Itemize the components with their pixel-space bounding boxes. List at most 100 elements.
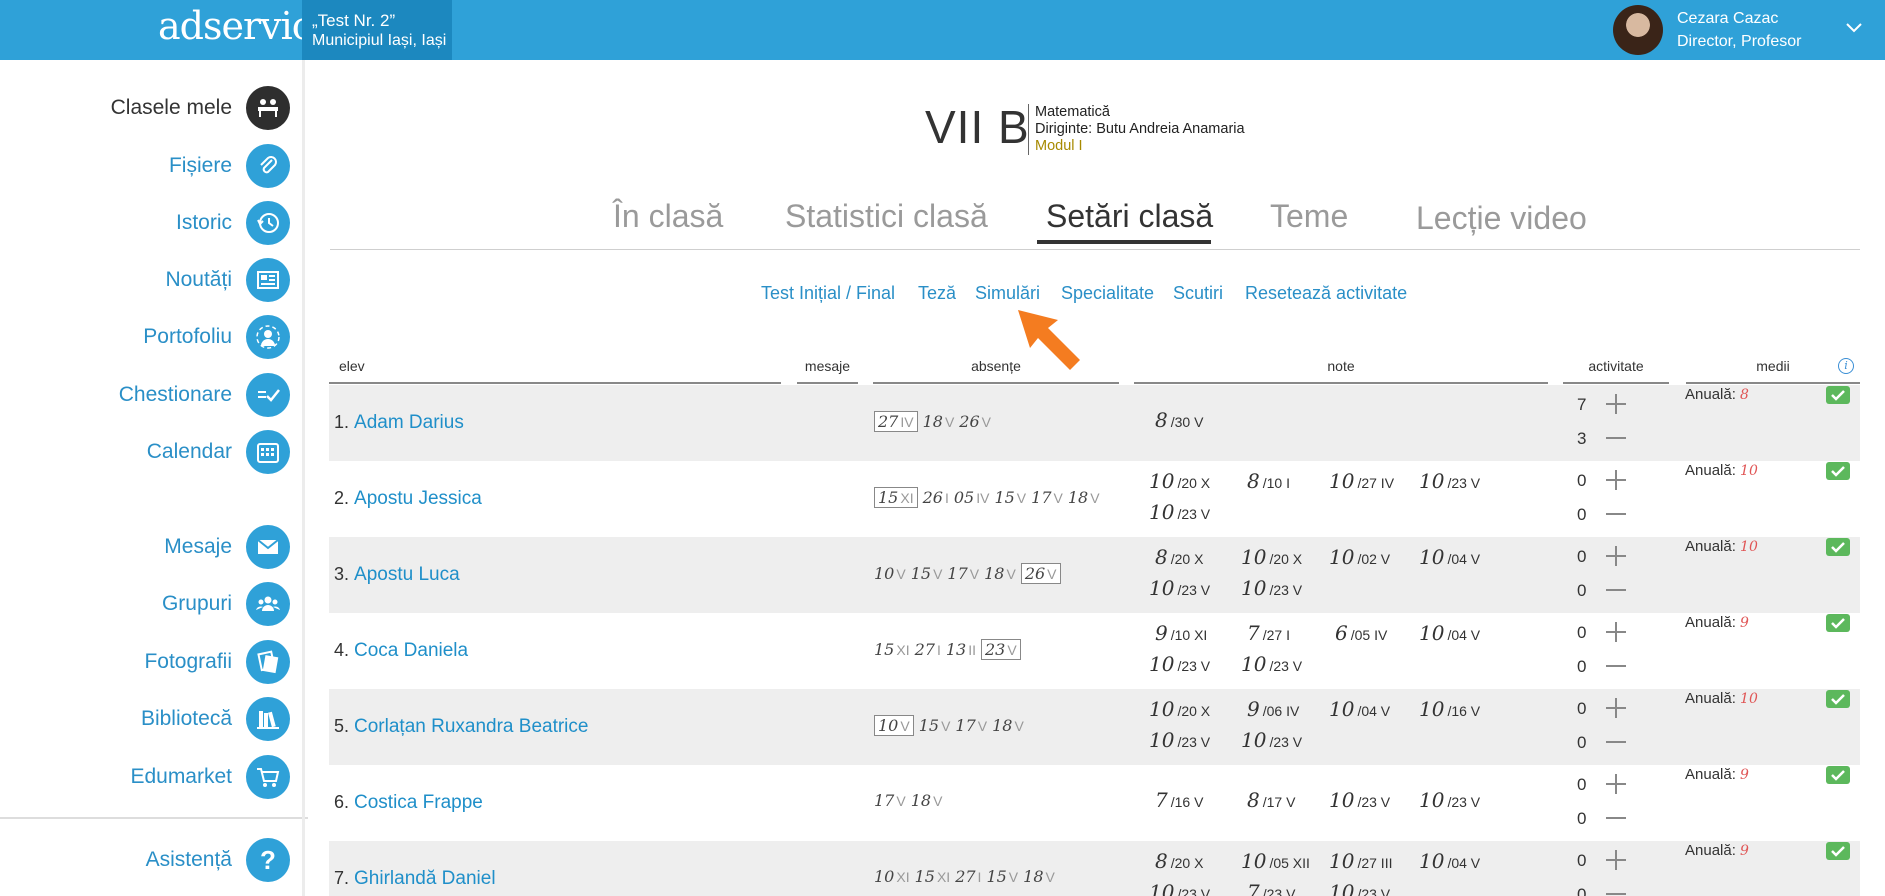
- absence-entry[interactable]: 05 IV: [954, 488, 990, 507]
- grade-entry[interactable]: 8/20 X: [1155, 849, 1203, 873]
- tab-statistici-clasa[interactable]: Statistici clasă: [785, 198, 988, 235]
- absence-entry[interactable]: 27 IV: [874, 411, 918, 432]
- absence-entry[interactable]: 10 V: [874, 564, 906, 583]
- activity-plus-icon[interactable]: [1604, 620, 1628, 644]
- absence-entry[interactable]: 18 V: [923, 412, 955, 431]
- grade-entry[interactable]: 8/17 V: [1247, 788, 1295, 812]
- absence-entry[interactable]: 15 V: [919, 716, 951, 735]
- user-menu[interactable]: Cezara Cazac Director, Profesor: [1677, 7, 1801, 53]
- absence-entry[interactable]: 10 XI: [874, 867, 910, 886]
- grade-entry[interactable]: 10/04 V: [1419, 849, 1480, 873]
- sidebar-item-asistenta[interactable]: Asistență ?: [146, 838, 290, 882]
- absence-entry[interactable]: 15 XI: [874, 640, 910, 659]
- absence-entry[interactable]: 26 V: [1020, 563, 1061, 584]
- absence-entry[interactable]: 26 I: [923, 488, 949, 507]
- grade-entry[interactable]: 10/05 XII: [1241, 849, 1310, 873]
- absence-entry[interactable]: 17 V: [874, 791, 906, 810]
- sidebar-item-edumarket[interactable]: Edumarket: [130, 755, 290, 799]
- absence-entry[interactable]: 17 V: [947, 564, 979, 583]
- confirm-check-button[interactable]: [1826, 842, 1850, 860]
- confirm-check-button[interactable]: [1826, 462, 1850, 480]
- student-name-link[interactable]: Corlațan Ruxandra Beatrice: [354, 716, 588, 737]
- grade-entry[interactable]: 10/04 V: [1419, 621, 1480, 645]
- sidebar-item-fotografii[interactable]: Fotografii: [144, 640, 290, 684]
- activity-plus-icon[interactable]: [1604, 772, 1628, 796]
- absence-entry[interactable]: 17 V: [1031, 488, 1063, 507]
- adservio-logo[interactable]: adservio: [158, 4, 315, 48]
- subnav-reseteaza-activitate[interactable]: Resetează activitate: [1245, 283, 1407, 304]
- sidebar-item-grupuri[interactable]: Grupuri: [162, 582, 290, 626]
- grade-entry[interactable]: 10/23 V: [1149, 880, 1210, 896]
- subnav-scutiri[interactable]: Scutiri: [1173, 283, 1223, 304]
- school-selector[interactable]: „Test Nr. 2” Municipiul Iași, Iași: [302, 0, 452, 60]
- grade-entry[interactable]: 7/16 V: [1155, 788, 1203, 812]
- grade-entry[interactable]: 10/27 III: [1329, 849, 1392, 873]
- student-name-link[interactable]: Ghirlandă Daniel: [354, 868, 496, 889]
- grade-entry[interactable]: 10/20 X: [1149, 697, 1210, 721]
- absence-entry[interactable]: 18 V: [911, 791, 943, 810]
- activity-minus-icon[interactable]: [1604, 654, 1628, 678]
- grade-entry[interactable]: 9/06 IV: [1247, 697, 1299, 721]
- grade-entry[interactable]: 10/02 V: [1329, 545, 1390, 569]
- student-name-link[interactable]: Apostu Jessica: [354, 488, 482, 509]
- grade-entry[interactable]: 7/27 I: [1247, 621, 1290, 645]
- confirm-check-button[interactable]: [1826, 386, 1850, 404]
- subnav-specialitate[interactable]: Specialitate: [1061, 283, 1154, 304]
- confirm-check-button[interactable]: [1826, 614, 1850, 632]
- absence-entry[interactable]: 27 I: [955, 867, 981, 886]
- absence-entry[interactable]: 18 V: [984, 564, 1016, 583]
- absence-entry[interactable]: 13 II: [946, 640, 976, 659]
- absence-entry[interactable]: 17 V: [955, 716, 987, 735]
- absence-entry[interactable]: 18 V: [1023, 867, 1055, 886]
- tab-lectie-video[interactable]: Lecție video: [1416, 200, 1587, 237]
- absence-entry[interactable]: 18 V: [992, 716, 1024, 735]
- absence-entry[interactable]: 18 V: [1068, 488, 1100, 507]
- grade-entry[interactable]: 10/23 V: [1419, 469, 1480, 493]
- sidebar-item-chestionare[interactable]: Chestionare: [119, 373, 290, 417]
- info-icon[interactable]: i: [1838, 358, 1854, 374]
- confirm-check-button[interactable]: [1826, 690, 1850, 708]
- grade-entry[interactable]: 8/30 V: [1155, 408, 1203, 432]
- sidebar-item-fisiere[interactable]: Fișiere: [169, 144, 290, 188]
- grade-entry[interactable]: 10/23 V: [1149, 728, 1210, 752]
- sidebar-item-noutati[interactable]: Noutăți: [165, 258, 290, 302]
- grade-entry[interactable]: 10/27 IV: [1329, 469, 1394, 493]
- absence-entry[interactable]: 23 V: [980, 639, 1021, 660]
- tab-setari-clasa[interactable]: Setări clasă: [1046, 198, 1213, 235]
- activity-minus-icon[interactable]: [1604, 578, 1628, 602]
- grade-entry[interactable]: 10/04 V: [1419, 545, 1480, 569]
- confirm-check-button[interactable]: [1826, 538, 1850, 556]
- grade-entry[interactable]: 9/10 XI: [1155, 621, 1207, 645]
- absence-entry[interactable]: 15 V: [986, 867, 1018, 886]
- activity-minus-icon[interactable]: [1604, 730, 1628, 754]
- absence-entry[interactable]: 10 V: [874, 715, 914, 736]
- grade-entry[interactable]: 10/23 V: [1419, 788, 1480, 812]
- activity-minus-icon[interactable]: [1604, 426, 1628, 450]
- grade-entry[interactable]: 10/16 V: [1419, 697, 1480, 721]
- grade-entry[interactable]: 10/23 V: [1241, 652, 1302, 676]
- student-name-link[interactable]: Coca Daniela: [354, 640, 468, 661]
- sidebar-item-mesaje[interactable]: Mesaje: [164, 525, 290, 569]
- grade-entry[interactable]: 10/23 V: [1329, 880, 1390, 896]
- student-name-link[interactable]: Adam Darius: [354, 412, 464, 433]
- sidebar-item-istoric[interactable]: Istoric: [176, 201, 290, 245]
- absence-entry[interactable]: 15 V: [911, 564, 943, 583]
- activity-minus-icon[interactable]: [1604, 882, 1628, 896]
- grade-entry[interactable]: 8/20 X: [1155, 545, 1203, 569]
- subnav-simulari[interactable]: Simulări: [975, 283, 1040, 304]
- tab-teme[interactable]: Teme: [1270, 198, 1348, 235]
- confirm-check-button[interactable]: [1826, 766, 1850, 784]
- activity-plus-icon[interactable]: [1604, 468, 1628, 492]
- grade-entry[interactable]: 10/23 V: [1329, 788, 1390, 812]
- grade-entry[interactable]: 10/23 V: [1149, 500, 1210, 524]
- tab-in-clasa[interactable]: În clasă: [613, 198, 723, 235]
- sidebar-item-clasele-mele[interactable]: Clasele mele: [111, 86, 290, 130]
- student-name-link[interactable]: Costica Frappe: [354, 792, 483, 813]
- absence-entry[interactable]: 15 V: [994, 488, 1026, 507]
- grade-entry[interactable]: 10/04 V: [1329, 697, 1390, 721]
- sidebar-item-calendar[interactable]: Calendar: [147, 430, 290, 474]
- sidebar-item-portofoliu[interactable]: Portofoliu: [143, 315, 290, 359]
- student-name-link[interactable]: Apostu Luca: [354, 564, 460, 585]
- grade-entry[interactable]: 10/23 V: [1241, 576, 1302, 600]
- activity-minus-icon[interactable]: [1604, 502, 1628, 526]
